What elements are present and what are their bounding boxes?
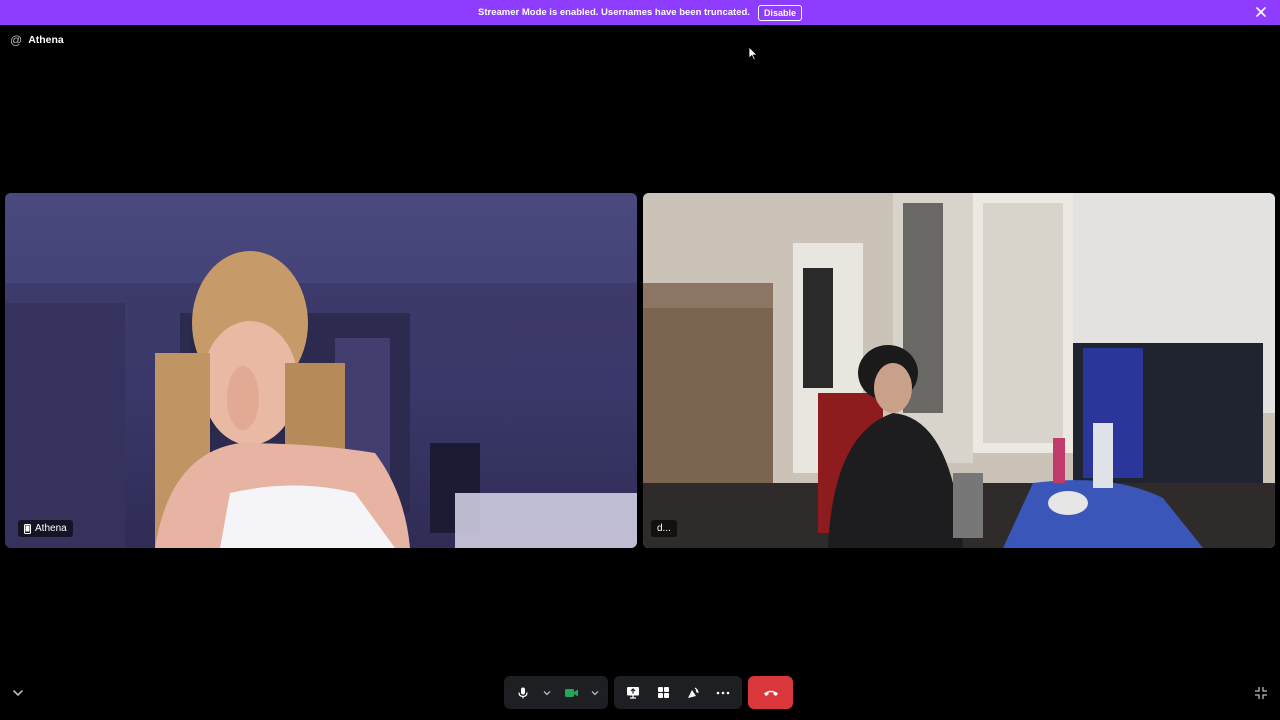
microphone-button[interactable]: [510, 680, 536, 706]
chevron-down-icon: [591, 690, 599, 695]
streamer-mode-banner: Streamer Mode is enabled. Usernames have…: [0, 0, 1280, 25]
video-tile-d[interactable]: d...: [643, 193, 1275, 548]
actions-group: [614, 676, 742, 709]
participant-name: d...: [657, 523, 671, 534]
exit-fullscreen-icon[interactable]: [1254, 686, 1268, 700]
video-feed-athena: [5, 193, 637, 548]
more-options-button[interactable]: [710, 680, 736, 706]
chevron-down-icon: [543, 690, 551, 695]
camera-icon: [564, 688, 578, 697]
screen-share-button[interactable]: [620, 680, 646, 706]
video-tile-athena[interactable]: Athena: [5, 193, 637, 548]
activities-icon: [657, 687, 669, 698]
microphone-options-button[interactable]: [540, 680, 554, 706]
soundboard-button[interactable]: [680, 680, 706, 706]
end-call-icon: [763, 690, 778, 696]
mic-camera-group: [504, 676, 608, 709]
participant-name-tag: Athena: [18, 520, 73, 537]
mouse-cursor-icon: [748, 46, 758, 61]
camera-button[interactable]: [558, 680, 584, 706]
activities-button[interactable]: [650, 680, 676, 706]
channel-header: @ Athena: [10, 33, 64, 47]
video-feed-d: [643, 193, 1275, 548]
chevron-down-icon[interactable]: [11, 686, 25, 700]
at-icon: @: [10, 33, 23, 47]
participant-name-tag: d...: [651, 520, 677, 537]
disable-streamer-mode-button[interactable]: Disable: [757, 4, 802, 21]
end-call-button[interactable]: [748, 676, 793, 709]
microphone-icon: [518, 687, 528, 698]
close-icon[interactable]: [1254, 5, 1268, 19]
soundboard-icon: [688, 687, 699, 698]
camera-options-button[interactable]: [588, 680, 602, 706]
channel-name: Athena: [28, 34, 64, 46]
call-controls: [504, 676, 793, 709]
banner-message: Streamer Mode is enabled. Usernames have…: [478, 7, 750, 18]
mobile-phone-icon: [24, 523, 31, 534]
participant-name: Athena: [35, 523, 67, 534]
more-icon: [716, 691, 730, 694]
screen-share-icon: [627, 687, 639, 699]
